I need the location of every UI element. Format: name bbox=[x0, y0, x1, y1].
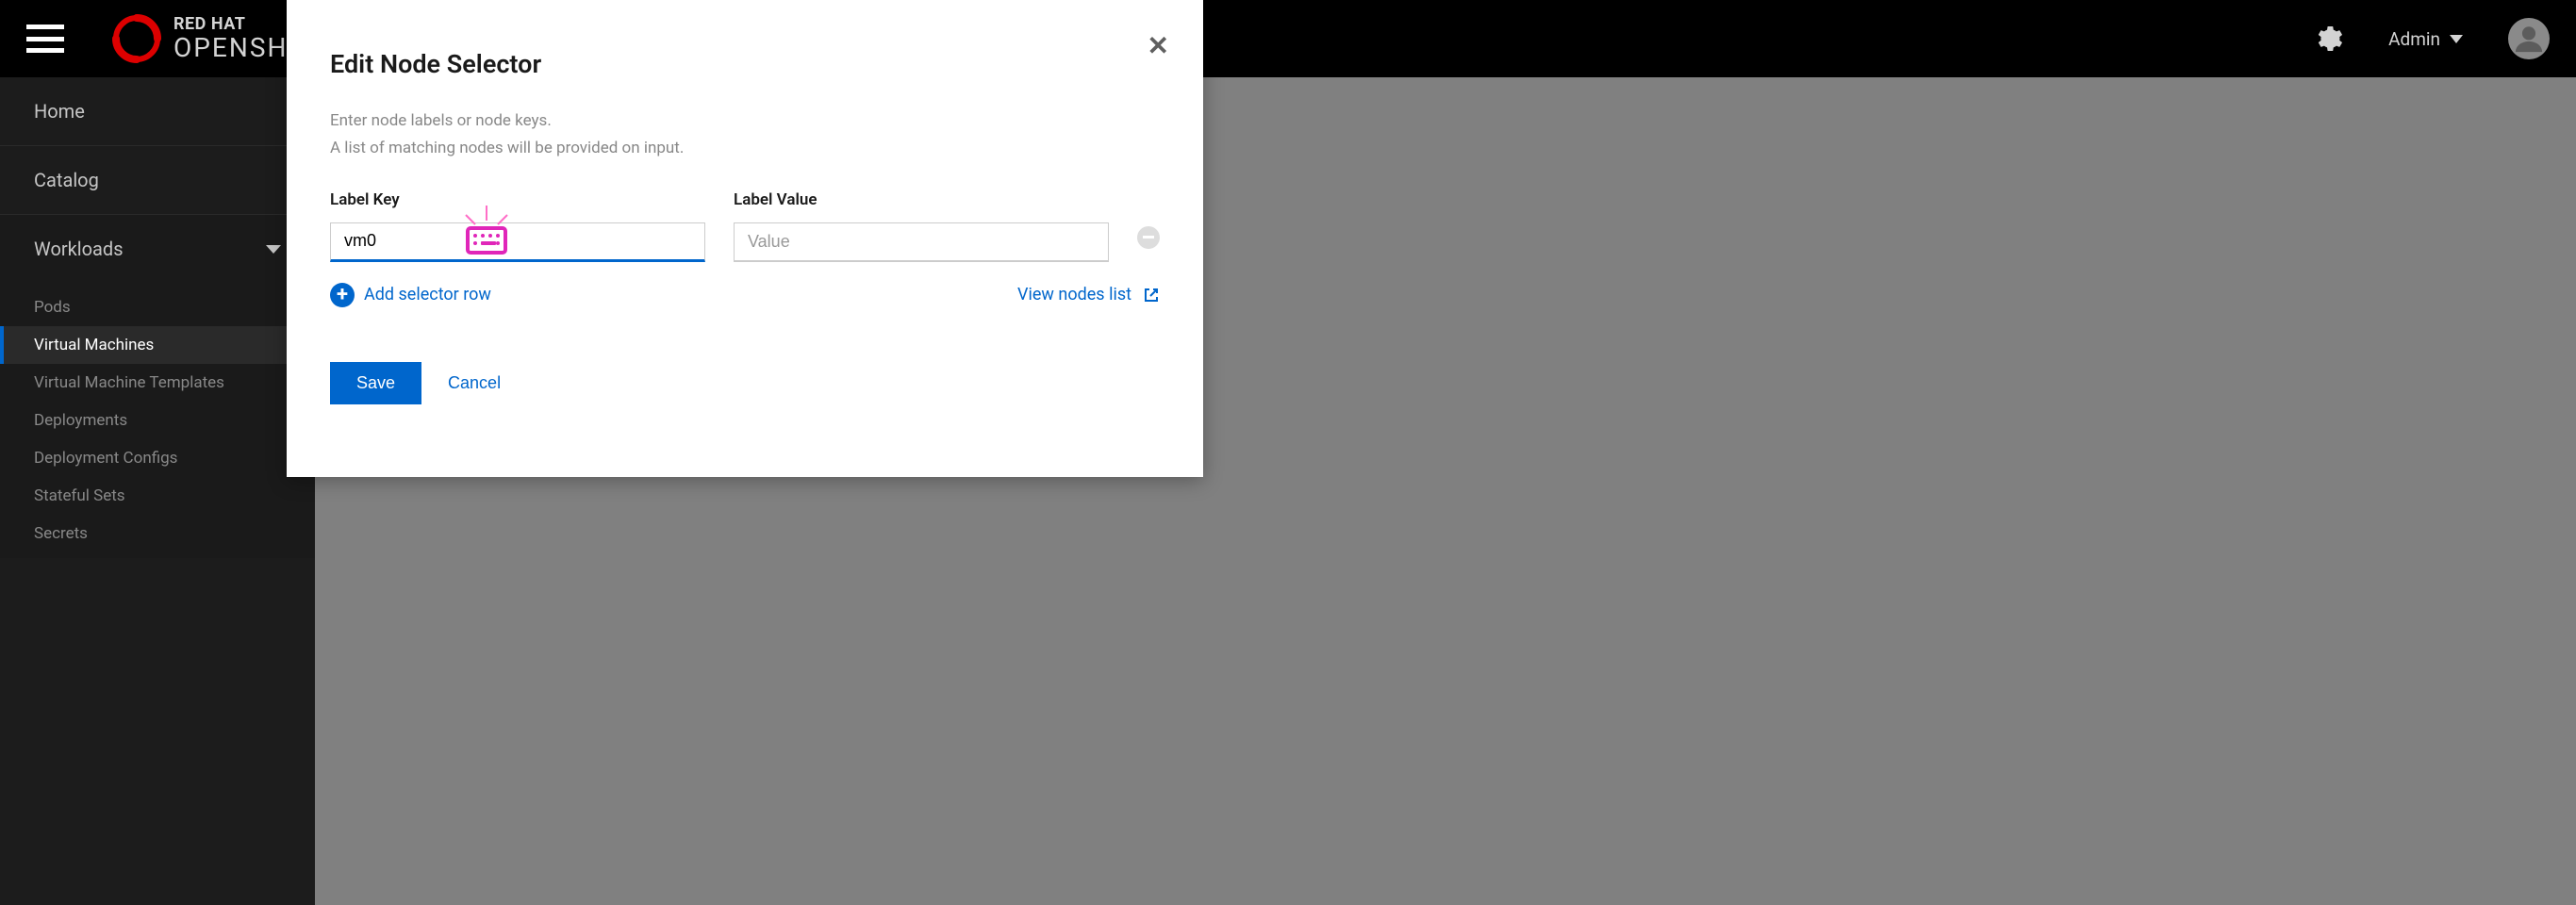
plus-circle-icon: + bbox=[330, 283, 355, 307]
view-nodes-label: View nodes list bbox=[1017, 285, 1131, 304]
actions-row: + Add selector row View nodes list bbox=[330, 283, 1160, 307]
chevron-down-icon bbox=[2450, 35, 2463, 43]
gear-icon[interactable] bbox=[2317, 25, 2343, 52]
add-row-label: Add selector row bbox=[364, 285, 491, 304]
redhat-logo-icon bbox=[111, 13, 162, 64]
sidebar-subitem-stateful-sets[interactable]: Stateful Sets bbox=[0, 477, 315, 515]
sidebar-subitem-deployments[interactable]: Deployments bbox=[0, 402, 315, 439]
label-key-label: Label Key bbox=[330, 190, 705, 209]
admin-dropdown[interactable]: Admin bbox=[2388, 28, 2463, 50]
close-icon[interactable]: ✕ bbox=[1148, 30, 1169, 61]
selector-row: Label Key bbox=[330, 190, 1160, 262]
edit-node-selector-modal: ✕ Edit Node Selector Enter node labels o… bbox=[287, 0, 1203, 477]
remove-row-button[interactable] bbox=[1137, 226, 1160, 249]
sidebar-item-workloads[interactable]: Workloads bbox=[0, 215, 315, 283]
modal-desc-line2: A list of matching nodes will be provide… bbox=[330, 135, 1160, 162]
sidebar-item-label: Workloads bbox=[34, 238, 124, 260]
label-key-input[interactable] bbox=[330, 222, 705, 262]
modal-description: Enter node labels or node keys. A list o… bbox=[330, 107, 1160, 162]
sidebar: Home Catalog Workloads Pods Virtual Mach… bbox=[0, 77, 315, 905]
sidebar-item-catalog[interactable]: Catalog bbox=[0, 146, 315, 215]
label-value-label: Label Value bbox=[734, 190, 1109, 209]
sidebar-item-home[interactable]: Home bbox=[0, 77, 315, 146]
add-selector-row-link[interactable]: + Add selector row bbox=[330, 283, 491, 307]
sidebar-subitems: Pods Virtual Machines Virtual Machine Te… bbox=[0, 283, 315, 558]
sidebar-subitem-pods[interactable]: Pods bbox=[0, 288, 315, 326]
sidebar-subitem-deployment-configs[interactable]: Deployment Configs bbox=[0, 439, 315, 477]
modal-footer: Save Cancel bbox=[330, 362, 1160, 404]
modal-desc-line1: Enter node labels or node keys. bbox=[330, 107, 1160, 135]
hamburger-icon[interactable] bbox=[26, 25, 64, 53]
sidebar-item-label: Catalog bbox=[34, 169, 99, 191]
sidebar-item-label: Home bbox=[34, 100, 85, 123]
cancel-button[interactable]: Cancel bbox=[448, 373, 501, 393]
sidebar-subitem-secrets[interactable]: Secrets bbox=[0, 515, 315, 552]
external-link-icon bbox=[1143, 287, 1160, 304]
sidebar-subitem-vm-templates[interactable]: Virtual Machine Templates bbox=[0, 364, 315, 402]
avatar[interactable] bbox=[2508, 18, 2550, 59]
modal-title: Edit Node Selector bbox=[330, 49, 1160, 79]
view-nodes-list-link[interactable]: View nodes list bbox=[1017, 285, 1160, 304]
label-value-input[interactable] bbox=[734, 222, 1109, 262]
admin-label: Admin bbox=[2388, 28, 2440, 50]
chevron-down-icon bbox=[266, 245, 281, 254]
save-button[interactable]: Save bbox=[330, 362, 421, 404]
sidebar-subitem-virtual-machines[interactable]: Virtual Machines bbox=[0, 326, 315, 364]
